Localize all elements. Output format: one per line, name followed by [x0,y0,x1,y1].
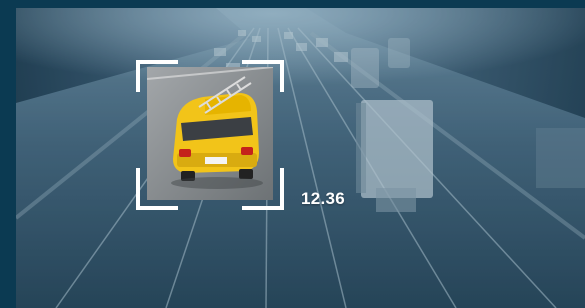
traffic-scene [16,8,585,308]
highway-background [16,8,585,308]
viewport-frame: 12.36 [0,0,585,308]
detection-score-label: 12.36 [301,189,346,208]
corner-bracket-icon [136,60,284,210]
